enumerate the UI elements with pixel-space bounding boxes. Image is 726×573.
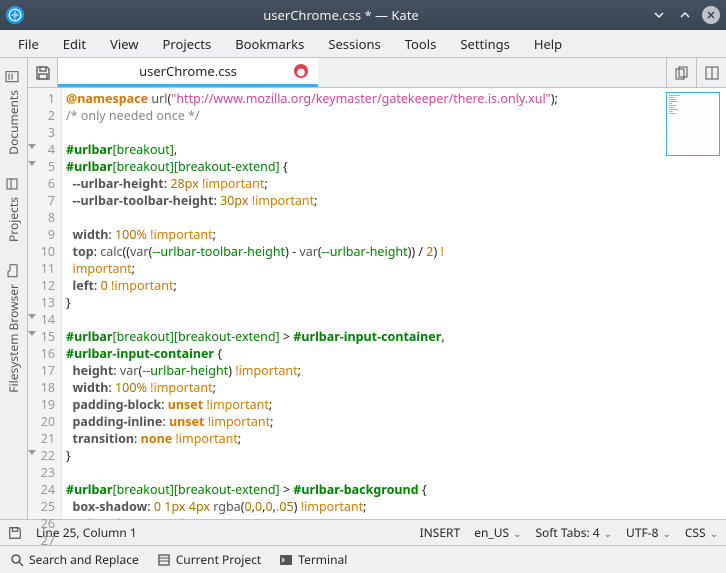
side-tab-filesystem-browser[interactable]: Filesystem Browser (3, 256, 24, 401)
search-replace-tool[interactable]: Search and Replace (10, 551, 139, 568)
tab-bar: userChrome.css ● (28, 58, 726, 88)
duplicate-tab-button[interactable] (666, 58, 696, 87)
side-tab-documents[interactable]: Documents (3, 62, 24, 163)
menu-tools[interactable]: Tools (393, 31, 449, 57)
current-project-label: Current Project (176, 551, 262, 568)
menu-projects[interactable]: Projects (151, 31, 224, 57)
menu-settings[interactable]: Settings (448, 31, 521, 57)
language-selector[interactable]: CSS ⌄ (685, 524, 718, 541)
minimize-button[interactable] (650, 6, 668, 24)
split-view-button[interactable] (696, 58, 726, 87)
status-bar: Line 25, Column 1 INSERT en_US ⌄ Soft Ta… (0, 519, 726, 545)
save-button[interactable] (28, 58, 58, 87)
menubar: FileEditViewProjectsBookmarksSessionsToo… (0, 30, 726, 58)
bottom-toolbar: Search and Replace Current Project Termi… (0, 545, 726, 573)
code-area[interactable]: @namespace url("http://www.mozilla.org/k… (62, 88, 726, 519)
menu-bookmarks[interactable]: Bookmarks (223, 31, 316, 57)
terminal-tool[interactable]: Terminal (279, 551, 347, 568)
indent-selector[interactable]: Soft Tabs: 4 ⌄ (535, 524, 612, 541)
file-tab[interactable]: userChrome.css ● (58, 58, 318, 87)
minimap[interactable]: ▬▬▬▬▬▬▬▬▬▬▬▬▬▬▬▬▬▬▬▬▬▬▬▬▬▬▬▬▬▬▬▬▬▬▬▬▬▬ (666, 92, 720, 156)
window-title: userChrome.css * — Kate (32, 6, 650, 24)
encoding-selector[interactable]: UTF-8 ⌄ (626, 524, 671, 541)
side-tab-projects[interactable]: Projects (3, 169, 24, 250)
close-tab-button[interactable]: ● (294, 64, 308, 78)
terminal-label: Terminal (298, 551, 347, 568)
file-tab-label: userChrome.css (139, 62, 237, 80)
maximize-button[interactable] (676, 6, 694, 24)
current-project-tool[interactable]: Current Project (157, 551, 262, 568)
project-icon (157, 553, 171, 567)
terminal-icon (279, 553, 293, 567)
close-button[interactable] (702, 6, 720, 24)
search-replace-label: Search and Replace (29, 551, 139, 568)
editor[interactable]: 1234567891011121314151617181920212223242… (28, 88, 726, 519)
locale-selector[interactable]: en_US ⌄ (474, 524, 521, 541)
line-number-gutter: 1234567891011121314151617181920212223242… (28, 88, 62, 519)
save-icon[interactable] (8, 526, 22, 540)
edit-mode[interactable]: INSERT (420, 524, 461, 541)
search-icon (10, 553, 24, 567)
menu-edit[interactable]: Edit (51, 31, 98, 57)
menu-view[interactable]: View (98, 31, 150, 57)
menu-sessions[interactable]: Sessions (316, 31, 392, 57)
app-logo-icon (6, 6, 24, 24)
menu-help[interactable]: Help (522, 31, 574, 57)
side-panel-tabs: Documents Projects Filesystem Browser (0, 58, 28, 519)
menu-file[interactable]: File (6, 31, 51, 57)
titlebar: userChrome.css * — Kate (0, 0, 726, 30)
